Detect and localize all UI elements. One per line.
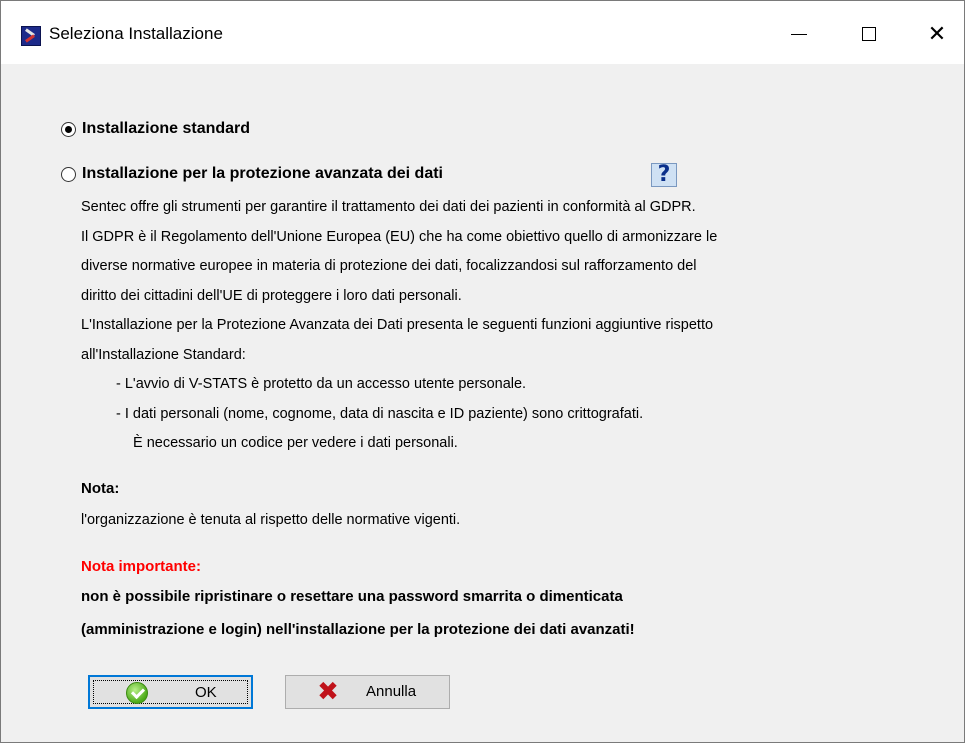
description-line: Il GDPR è il Regolamento dell'Unione Eur… [81, 228, 718, 245]
minimize-button[interactable] [776, 15, 822, 53]
important-note-heading: Nota importante: [81, 558, 201, 575]
x-icon: ✖ [317, 677, 339, 707]
standard-option[interactable]: Installazione standard [61, 120, 250, 138]
description-line: diritto dei cittadini dell'UE di protegg… [81, 287, 462, 304]
app-icon [21, 26, 41, 46]
check-icon [126, 682, 148, 704]
advanced-description: Sentec offre gli strumenti per garantire… [81, 193, 901, 459]
dialog-content: Installazione standard Installazione per… [1, 64, 964, 742]
title-bar: Seleziona Installazione ✕ [1, 1, 964, 64]
description-line: Sentec offre gli strumenti per garantire… [81, 199, 696, 215]
standard-option-label[interactable]: Installazione standard [82, 120, 250, 138]
important-note-line-2: (amministrazione e login) nell'installaz… [81, 621, 635, 638]
ok-button-label: OK [195, 684, 217, 701]
advanced-option-label[interactable]: Installazione per la protezione avanzata… [82, 165, 443, 183]
maximize-button[interactable] [846, 15, 892, 53]
note-heading: Nota: [81, 480, 120, 497]
feature-item: - L'avvio di V-STATS è protetto da un ac… [116, 376, 527, 392]
cancel-button[interactable]: ✖ Annulla [285, 675, 450, 709]
description-line: all'Installazione Standard: [81, 346, 246, 363]
dialog-window: Seleziona Installazione ✕ Installazione … [0, 0, 965, 743]
description-line: L'Installazione per la Protezione Avanza… [81, 317, 714, 333]
feature-item-note: È necessario un codice per vedere i dati… [133, 435, 458, 451]
advanced-option[interactable]: Installazione per la protezione avanzata… [61, 165, 443, 183]
note-text: l'organizzazione è tenuta al rispetto de… [81, 512, 461, 528]
maximize-icon [862, 27, 876, 41]
focus-rectangle [93, 680, 248, 704]
important-note-line-1: non è possibile ripristinare o resettare… [81, 588, 623, 605]
close-icon: ✕ [927, 21, 947, 47]
standard-radio[interactable] [61, 121, 76, 137]
advanced-radio[interactable] [61, 166, 76, 182]
minimize-icon [791, 33, 807, 35]
description-line: diverse normative europee in materia di … [81, 258, 697, 274]
close-button[interactable]: ✕ [914, 15, 960, 53]
window-title: Seleziona Installazione [49, 24, 223, 43]
feature-item: - I dati personali (nome, cognome, data … [116, 405, 644, 422]
help-icon[interactable]: ? [651, 163, 677, 187]
ok-button[interactable]: OK [88, 675, 253, 709]
cancel-button-label: Annulla [366, 683, 417, 700]
